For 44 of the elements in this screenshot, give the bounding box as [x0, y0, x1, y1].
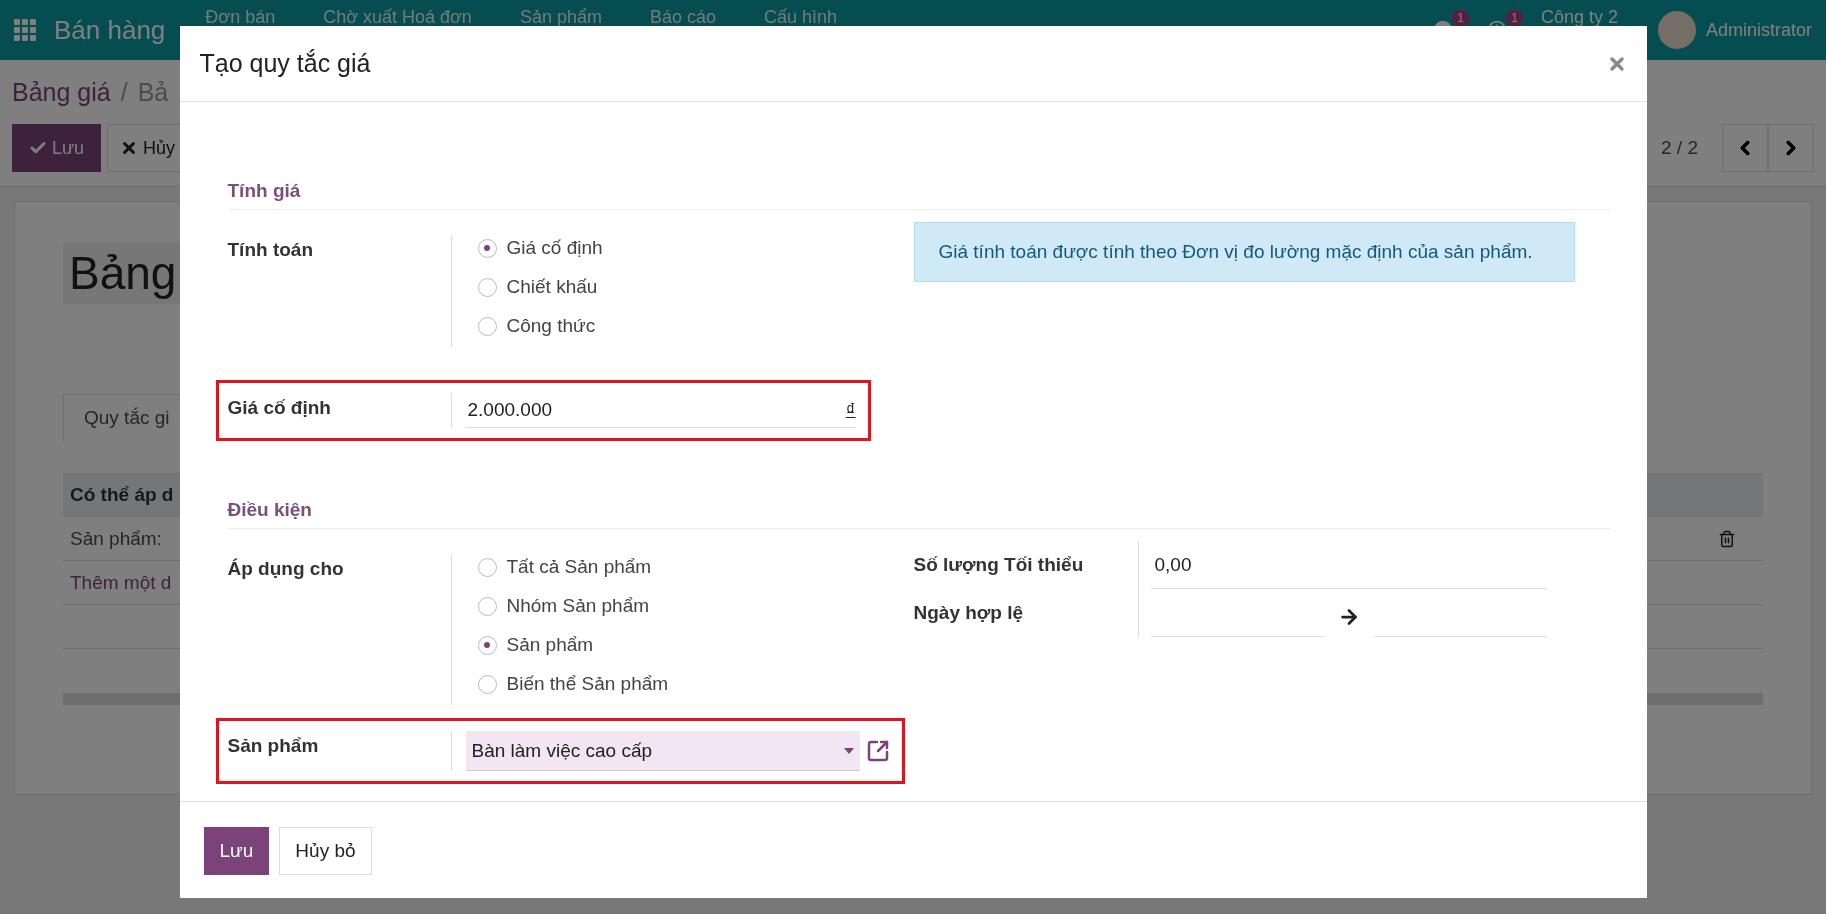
menu-item[interactable]: Chờ xuất Hoá đơn: [323, 7, 472, 28]
next-button[interactable]: [1768, 124, 1814, 172]
radio-option[interactable]: Nhóm Sản phẩm: [477, 595, 669, 617]
menu-item[interactable]: Cấu hình: [764, 7, 838, 28]
breadcrumb-separator: /: [120, 77, 128, 107]
external-link-icon[interactable]: [865, 739, 890, 763]
menu-item[interactable]: Báo cáo: [649, 7, 716, 28]
quantity-input[interactable]: 0,00: [1150, 541, 1547, 589]
section-title: Điều kiện: [227, 499, 1611, 529]
app-name[interactable]: Bán hàng: [54, 14, 166, 46]
radio-option[interactable]: Tất cả Sản phẩm: [477, 556, 669, 578]
radio-option[interactable]: Giá cố định: [477, 237, 603, 259]
radio-option[interactable]: Chiết khấu: [477, 276, 603, 298]
chat-badge: 1: [1452, 10, 1469, 26]
section-title: Tính giá: [227, 180, 1611, 210]
field-label: Số lượng Tối thiểu: [913, 553, 1085, 577]
product-select[interactable]: Bàn làm việc cao cấp: [465, 731, 860, 771]
radio-option[interactable]: Sản phẩm: [477, 634, 669, 656]
radio-option[interactable]: Công thức: [477, 315, 603, 337]
dialog-title: Tạo quy tắc giá: [199, 49, 371, 78]
field-label: Sản phẩm: [227, 734, 320, 758]
user-avatar[interactable]: [1657, 11, 1696, 49]
caret-icon: [843, 747, 854, 754]
info-message: Giá tính toán được tính theo Đơn vị đo lường mặc định của sản phẩm.: [913, 222, 1575, 282]
company-switcher[interactable]: Công ty 2: [1540, 7, 1618, 28]
activity-badge: 1: [1506, 10, 1523, 26]
save-button[interactable]: Lưu: [12, 124, 102, 172]
cancel-button[interactable]: Hủy bỏ: [279, 827, 372, 875]
add-line-link[interactable]: Thêm một d: [70, 571, 172, 594]
field-label: Áp dụng cho: [227, 557, 345, 581]
table-cell: Sản phẩm:: [70, 527, 162, 550]
column-header: Có thể áp d: [70, 484, 174, 506]
menu-item[interactable]: Đơn bán: [205, 7, 276, 28]
radio-option[interactable]: Biến thể Sản phẩm: [477, 673, 669, 695]
field-label: Ngày hợp lệ: [913, 601, 1025, 625]
save-button[interactable]: Lưu: [203, 827, 270, 875]
pager-counter[interactable]: 2 / 2: [1661, 137, 1698, 159]
menu-item[interactable]: Sản phẩm: [519, 7, 602, 28]
breadcrumb-link[interactable]: Bảng giá: [12, 77, 111, 107]
previous-button[interactable]: [1722, 124, 1768, 172]
price-input[interactable]: 2.000.000 ₫: [465, 393, 856, 428]
trash-icon[interactable]: [1718, 529, 1736, 548]
user-name[interactable]: Administrator: [1705, 19, 1812, 41]
apps-menu-icon[interactable]: [14, 19, 36, 41]
